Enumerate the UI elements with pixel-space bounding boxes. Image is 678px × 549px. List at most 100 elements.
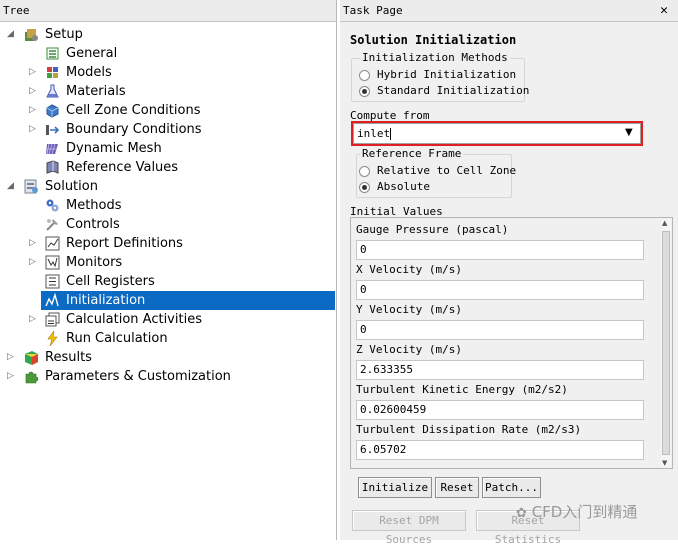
compute-from-value: inlet [357,127,391,140]
tree-item-results[interactable]: ▷ Results [0,348,337,367]
tree-header: Tree [0,0,336,22]
tree-item-label: Run Calculation [66,331,168,346]
page-title: Solution Initialization [350,33,517,47]
tree-item-cell-registers[interactable]: Cell Registers [0,272,337,291]
cube-icon [46,104,59,118]
reference-book-icon [46,160,59,174]
tree-item-calculation-activities[interactable]: ▷ Calculation Activities [0,310,337,329]
expand-arrow-icon[interactable]: ▷ [28,63,37,82]
tree-item-label: Reference Values [66,160,179,175]
relative-radio[interactable] [359,166,370,177]
dynamic-mesh-icon [46,143,58,155]
setup-icon [25,29,38,41]
results-icon [25,351,38,365]
expand-arrow-icon[interactable]: ▷ [6,367,15,386]
expand-arrow-icon[interactable]: ▷ [28,101,37,120]
hybrid-label[interactable]: Hybrid Initialization [377,68,516,81]
boundary-icon [46,125,60,135]
expand-arrow-icon[interactable]: ▷ [28,120,37,139]
reset-button[interactable]: Reset [435,477,479,498]
scrollbar[interactable]: ▲ ▼ [661,219,671,467]
tree-item-label: Dynamic Mesh [66,141,162,156]
tree-item-label: Calculation Activities [66,312,202,327]
cell-registers-icon [45,274,60,289]
tree-item-solution[interactable]: ◢ Solution [0,177,337,196]
tree-item-parameters-customization[interactable]: ▷ Parameters & Customization [0,367,337,386]
tree-item-label: Parameters & Customization [45,369,231,384]
relative-label[interactable]: Relative to Cell Zone [377,164,516,177]
tree-item-label: Methods [66,198,122,213]
scroll-up-icon[interactable]: ▲ [662,219,667,227]
lightning-icon [47,331,58,346]
reference-frame-label: Reference Frame [360,147,464,160]
tree-item-dynamic-mesh[interactable]: Dynamic Mesh [0,139,337,158]
tree-item-methods[interactable]: Methods [0,196,337,215]
field-label: Y Velocity (m/s) [356,303,462,316]
compute-from-select[interactable]: inlet [353,123,641,144]
absolute-radio[interactable] [359,182,370,193]
tree-item-materials[interactable]: ▷ Materials [0,82,337,101]
expand-arrow-icon[interactable]: ▷ [28,310,37,329]
watermark: ✿ CFD入门到精通 [516,501,637,522]
tree-item-label: Models [66,65,112,80]
models-icon [47,67,58,78]
absolute-label[interactable]: Absolute [377,180,430,193]
collapse-arrow-icon[interactable]: ◢ [6,177,15,196]
tree-item-reference-values[interactable]: Reference Values [0,158,337,177]
standard-radio[interactable] [359,86,370,97]
patch-button[interactable]: Patch... [482,477,541,498]
reset-dpm-sources-button[interactable]: Reset DPM Sources [352,510,466,546]
tree-item-monitors[interactable]: ▷ Monitors [0,253,337,272]
expand-arrow-icon[interactable]: ▷ [6,348,15,367]
tree-item-cell-zone-conditions[interactable]: ▷ Cell Zone Conditions [0,101,337,120]
field-label: Gauge Pressure (pascal) [356,223,509,236]
tree-item-label: Report Definitions [66,236,183,251]
initialization-methods-label: Initialization Methods [360,51,510,64]
monitor-chart-icon [45,255,60,270]
field-label: Z Velocity (m/s) [356,343,462,356]
tree-item-label: Results [45,350,92,365]
initialization-icon [45,293,59,307]
expand-arrow-icon[interactable]: ▷ [28,234,37,253]
z-velocity-input[interactable]: 2.633355 [356,360,644,380]
tree-item-label: Controls [66,217,120,232]
tree-item-setup[interactable]: ◢ Setup [0,25,337,44]
hybrid-radio[interactable] [359,70,370,81]
scrollbar-thumb[interactable] [662,231,670,455]
task-page-title: Task Page [343,4,403,17]
tdr-input[interactable]: 6.05702 [356,440,644,460]
tree-item-label: General [66,46,118,61]
tree-item-report-definitions[interactable]: ▷ Report Definitions [0,234,337,253]
watermark-text: CFD入门到精通 [531,503,638,521]
tree-item-run-calculation[interactable]: Run Calculation [0,329,337,348]
tree-item-models[interactable]: ▷ Models [0,63,337,82]
tree-item-boundary-conditions[interactable]: ▷ Boundary Conditions [0,120,337,139]
tree-item-controls[interactable]: Controls [0,215,337,234]
initial-values-panel: Gauge Pressure (pascal) 0 X Velocity (m/… [350,217,673,469]
methods-icon [46,199,59,212]
tke-input[interactable]: 0.02600459 [356,400,644,420]
expand-arrow-icon[interactable]: ▷ [28,253,37,272]
calculation-activities-icon [45,312,60,327]
scroll-down-icon[interactable]: ▼ [662,459,667,467]
tree-item-label: Monitors [66,255,123,270]
close-icon[interactable]: ✕ [660,0,668,22]
expand-arrow-icon[interactable]: ▷ [28,82,37,101]
collapse-arrow-icon[interactable]: ◢ [6,25,15,44]
solution-icon [24,179,38,194]
tree-item-label: Initialization [66,293,146,308]
initialize-button[interactable]: Initialize [358,477,432,498]
tree-item-general[interactable]: General [0,44,337,63]
x-velocity-input[interactable]: 0 [356,280,644,300]
y-velocity-input[interactable]: 0 [356,320,644,340]
gauge-pressure-input[interactable]: 0 [356,240,644,260]
field-label: X Velocity (m/s) [356,263,462,276]
standard-label[interactable]: Standard Initialization [377,84,529,97]
task-page-header: Task Page ✕ [340,0,678,22]
task-page-panel: Task Page ✕ Solution Initialization Init… [340,0,678,546]
flask-icon [46,84,59,98]
tree-item-label: Cell Zone Conditions [66,103,201,118]
field-label: Turbulent Kinetic Energy (m2/s2) [356,383,568,396]
tree-item-initialization[interactable]: Initialization [41,291,335,310]
chevron-down-icon[interactable]: ▼ [625,127,633,138]
